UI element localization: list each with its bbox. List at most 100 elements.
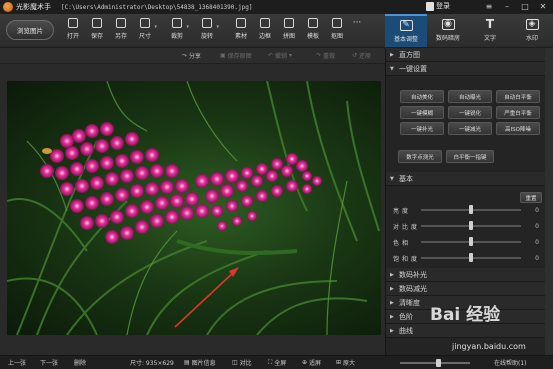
tool-collage-button[interactable]: 拼图 — [278, 18, 300, 40]
severe-white-balance-button[interactable]: 严重白平衡 — [496, 106, 540, 119]
original-size-label: 原大 — [343, 360, 356, 367]
fullscreen-icon: ⛶ — [268, 358, 273, 366]
zoom-slider[interactable] — [400, 362, 470, 364]
tool-save-button[interactable]: 保存 — [86, 18, 108, 40]
slider-label: 亮度 — [393, 207, 412, 215]
restore-label: 还原 — [359, 53, 372, 60]
redo-button[interactable]: ↷ 重做 — [316, 51, 335, 60]
tool-label: 打开 — [66, 33, 79, 40]
white-balance-one-click-button[interactable]: 白平衡一指键 — [446, 150, 494, 163]
auto-white-balance-button[interactable]: 自动白平衡 — [496, 90, 540, 103]
tool-label: 拼图 — [282, 33, 295, 40]
slider-knob[interactable] — [469, 237, 473, 246]
high-iso-denoise-button[interactable]: 高ISO降噪 — [496, 122, 540, 135]
maximize-icon[interactable]: □ — [517, 1, 533, 12]
save-original-button[interactable]: ▣ 保存原图 — [220, 51, 252, 60]
image-info-button[interactable]: ▤ 图片信息 — [184, 358, 216, 367]
tab-label: 水印 — [525, 35, 538, 42]
tool-label: 旋转 — [200, 33, 213, 40]
image-canvas[interactable] — [0, 64, 385, 355]
original-size-button[interactable]: ⊞ 原大 — [336, 358, 355, 367]
slider-value: 0 — [535, 238, 539, 246]
template-icon — [308, 18, 318, 28]
login-button[interactable]: 登录 — [426, 1, 450, 11]
slider-track[interactable] — [421, 253, 521, 262]
auto-beautify-button[interactable]: 自动美化 — [400, 90, 444, 103]
tab-basic-adjust[interactable]: ✎ 基本调整 — [385, 14, 427, 47]
slider-knob[interactable] — [469, 253, 473, 262]
prev-image-button[interactable]: 上一张 — [8, 358, 26, 367]
share-button[interactable]: ⤳ 分享 — [182, 51, 201, 61]
redo-icon: ↷ — [316, 52, 322, 59]
section-label: 清晰度 — [399, 298, 420, 307]
minimize-icon[interactable]: – — [499, 1, 515, 12]
digital-spot-metering-button[interactable]: 数字点测光 — [398, 150, 442, 163]
restore-button[interactable]: ↺ 还原 — [352, 51, 371, 60]
tool-label: 素材 — [234, 33, 247, 40]
slider-track[interactable] — [421, 205, 521, 214]
tool-resize-button[interactable]: 尺寸 ▾ — [134, 18, 157, 40]
tab-watermark[interactable]: ◈ 水印 — [511, 14, 553, 47]
fullscreen-button[interactable]: ⛶ 全屏 — [268, 358, 287, 368]
tool-template-button[interactable]: 模板 — [302, 18, 324, 40]
zoom-slider-knob[interactable] — [436, 359, 441, 367]
slider-value: 0 — [535, 206, 539, 214]
menu-icon[interactable]: ≡ — [481, 1, 497, 12]
tab-digital-darkroom[interactable]: ◉ 数码暗房 — [427, 14, 469, 47]
app-logo-icon — [3, 2, 13, 12]
slider-label: 色相 — [393, 239, 412, 247]
fullscreen-label: 全屏 — [274, 360, 287, 367]
close-icon[interactable]: ✕ — [535, 1, 551, 12]
auto-exposure-button[interactable]: 自动曝光 — [448, 90, 492, 103]
fit-screen-button[interactable]: ⊕ 适屏 — [302, 358, 321, 367]
tool-material-button[interactable]: 素材 — [230, 18, 252, 40]
chevron-down-icon: ▼ — [390, 175, 394, 182]
title-bar: 光影魔术手 [C:\Users\Administrator\Desktop\54… — [0, 0, 553, 14]
tool-open-folder-button[interactable]: 打开 — [62, 18, 84, 40]
section-reduce-light[interactable]: ▶ 数码减光 — [386, 282, 545, 296]
tool-crop-button[interactable]: 裁剪 ▾ — [166, 18, 189, 40]
slider-label: 饱和度 — [393, 255, 421, 263]
section-label: 一键设置 — [399, 64, 427, 73]
delete-button[interactable]: 删除 — [74, 358, 86, 367]
online-help-link[interactable]: 在线帮助(1) — [494, 358, 527, 367]
one-click-fill-light-button[interactable]: 一键补光 — [400, 122, 444, 135]
section-fill-light[interactable]: ▶ 数码补光 — [386, 268, 545, 282]
one-click-sharpen-button[interactable]: 一键锐化 — [448, 106, 492, 119]
adjust-icon: ✎ — [399, 20, 413, 31]
info-icon: ▤ — [184, 359, 190, 366]
next-image-button[interactable]: 下一张 — [40, 358, 58, 367]
save-as-icon — [116, 18, 126, 28]
chevron-down-icon[interactable]: ▾ — [186, 24, 189, 30]
panel-scrollbar[interactable] — [545, 48, 553, 355]
chevron-down-icon[interactable]: ▾ — [216, 24, 219, 30]
chevron-down-icon[interactable]: ▾ — [154, 24, 157, 30]
user-icon — [426, 1, 434, 11]
section-curves[interactable]: ▶ 曲线 — [386, 324, 545, 338]
tool-border-button[interactable]: 边框 — [254, 18, 276, 40]
undo-button[interactable]: ↶ 撤销 ▾ — [268, 51, 292, 60]
baidu-watermark: Bai 经验 — [430, 305, 501, 325]
chevron-right-icon: ▶ — [390, 299, 394, 306]
chevron-right-icon: ▶ — [390, 313, 394, 320]
slider-track[interactable] — [421, 237, 521, 246]
tool-label: 另存 — [114, 33, 127, 40]
tab-text[interactable]: T 文字 — [469, 14, 511, 47]
reset-button[interactable]: 重置 — [520, 192, 542, 203]
compare-button[interactable]: ◫ 对比 — [232, 358, 252, 367]
slider-label: 对比度 — [393, 223, 421, 231]
section-basic[interactable]: ▼ 基本 — [386, 172, 545, 186]
slider-knob[interactable] — [469, 221, 473, 230]
browse-images-button[interactable]: 浏览图片 — [6, 20, 54, 40]
section-histogram[interactable]: ▶ 直方图 — [386, 48, 545, 62]
tool-save-as-button[interactable]: 另存 — [110, 18, 132, 40]
slider-track[interactable] — [421, 221, 521, 230]
tool-rotate-button[interactable]: 旋转 ▾ — [196, 18, 219, 40]
one-click-reduce-light-button[interactable]: 一键减光 — [448, 122, 492, 135]
one-click-blur-button[interactable]: 一键模糊 — [400, 106, 444, 119]
tool-cutout-button[interactable]: 抠图 — [326, 18, 348, 40]
slider-knob[interactable] — [469, 205, 473, 214]
chevron-right-icon: ▶ — [390, 285, 394, 292]
section-one-click[interactable]: ▼ 一键设置 — [386, 62, 545, 76]
more-button[interactable]: ··· — [346, 18, 368, 31]
